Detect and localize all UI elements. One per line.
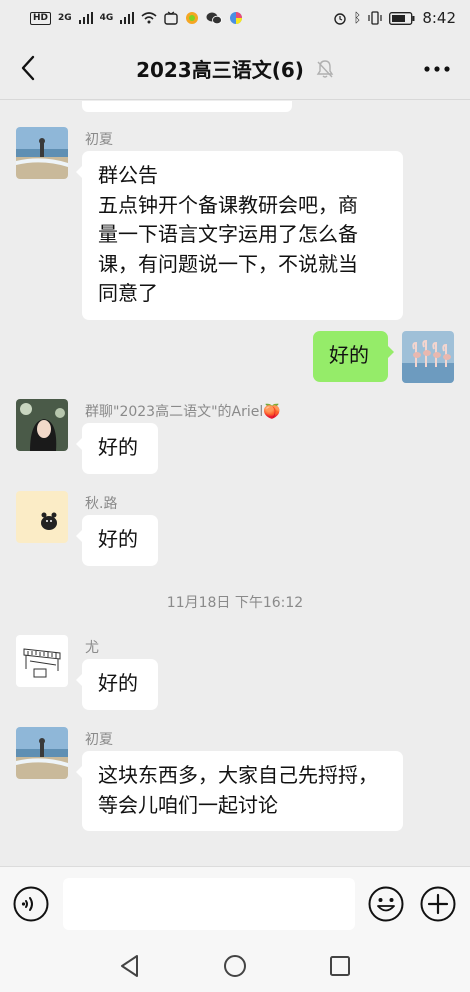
sender-name: 初夏 [85,732,113,748]
more-functions-button[interactable] [420,886,456,922]
message-text: 好的 [98,435,138,459]
signal-icon [78,12,93,24]
wechat-icon [206,12,223,25]
hd-badge: HD [30,11,52,25]
avatar-chuxia[interactable] [16,127,68,179]
sender-name: 秋.路 [85,496,118,512]
more-dots-icon [424,66,450,72]
status-right: ᛒ 8:42 [333,9,456,27]
square-recents-icon [330,956,350,976]
back-button[interactable] [10,50,46,86]
triangle-back-icon [121,955,138,977]
avatar-chuxia[interactable] [16,727,68,779]
message-bubble[interactable]: 好的 [76,423,158,474]
mute-bell-icon [316,59,334,78]
color-app-icon [186,12,199,24]
alarm-icon [333,13,346,25]
time-separator: 11月18日 下午16:12 [166,595,304,611]
chat-message-list[interactable]: 初夏 群公告 五点钟开个备课教研会吧，商 量一下语言文字运用了怎么备 课，有问题… [0,101,470,865]
sender-name: 初夏 [85,132,113,148]
cartoon-bear-image [16,491,68,543]
circle-home-icon [224,955,246,977]
announcement-line-4: 课，有问题说一下，不说就当 [98,251,358,276]
battery-icon [389,11,415,25]
emoji-icon [368,886,404,922]
announcement-line-1: 群公告 [98,163,158,187]
message-text: 好的 [98,671,138,695]
status-left: HD 2G 4G [30,11,243,25]
avatar-qiulu[interactable] [16,491,68,543]
network-2g-label: 2G [58,13,72,23]
piano-sketch-image [16,635,68,687]
message-line-2: 等会儿咱们一起讨论 [98,792,278,817]
message-text: 好的 [98,527,138,551]
announcement-line-2: 五点钟开个备课教研会吧，商 [98,192,358,217]
bluetooth-icon: ᛒ [353,10,362,26]
message-bubble-self[interactable]: 好的 [313,331,394,382]
girl-photo-image [16,399,68,451]
system-back-button[interactable] [116,952,144,980]
message-bubble-partial[interactable] [82,101,292,112]
vibrate-icon [368,11,382,25]
chat-header: 2023高三语文(6) [0,36,470,100]
avatar-ariel[interactable] [16,399,68,451]
voice-icon [13,886,49,922]
chat-input-bar [0,866,470,940]
wifi-icon [141,12,157,24]
sender-name: 群聊"2023高二语文"的Ariel🍑 [85,404,281,420]
multicolor-app-icon [230,12,243,24]
message-line-1: 这块东西多，大家自己先捋捋， [98,763,378,787]
chat-title-wrap: 2023高三语文(6) [0,54,470,83]
signal-icon-2 [120,12,135,24]
more-options-button[interactable] [420,54,454,84]
emoji-button[interactable] [368,886,404,922]
sender-name: 尤 [85,640,99,656]
voice-input-button[interactable] [13,886,49,922]
announcement-line-3: 量一下语言文字运用了怎么备 [98,222,358,246]
app-notification-icon [164,11,179,25]
clock-time: 8:42 [422,9,456,27]
system-navigation-bar [0,940,470,992]
system-home-button[interactable] [221,952,249,980]
status-bar: HD 2G 4G ᛒ 8:42 [0,0,470,36]
flamingo-photo-image [402,331,454,383]
message-bubble[interactable]: 这块东西多，大家自己先捋捋， 等会儿咱们一起讨论 [76,751,403,831]
network-4g-label: 4G [99,13,114,23]
avatar-self[interactable] [402,331,454,383]
chat-title: 2023高三语文(6) [136,58,304,82]
beach-photo-image [16,127,68,179]
message-bubble[interactable]: 好的 [76,515,158,566]
system-recents-button[interactable] [326,952,354,980]
announcement-line-5: 同意了 [98,281,158,305]
message-text: 好的 [329,343,369,367]
message-input[interactable] [63,878,355,930]
avatar-you[interactable] [16,635,68,687]
message-bubble-announcement[interactable]: 群公告 五点钟开个备课教研会吧，商 量一下语言文字运用了怎么备 课，有问题说一下… [76,151,403,320]
chevron-left-icon [21,55,35,81]
beach-photo-image [16,727,68,779]
message-bubble[interactable]: 好的 [76,659,158,710]
plus-icon [420,886,456,922]
